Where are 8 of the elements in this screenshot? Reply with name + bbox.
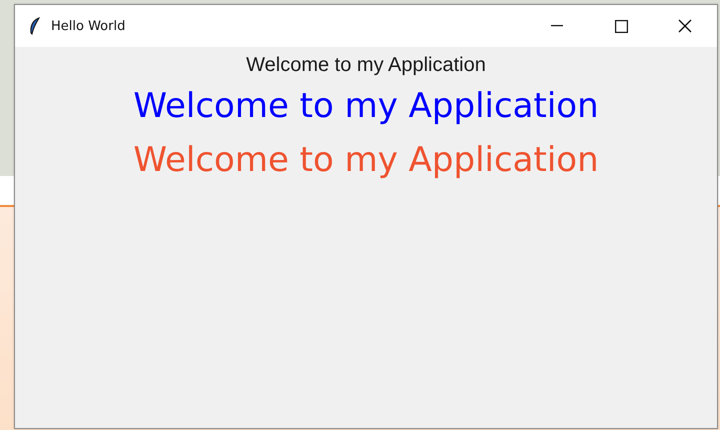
welcome-label: Welcome to my Application [246, 53, 486, 78]
welcome-label: Welcome to my Application [133, 139, 599, 182]
welcome-label: Welcome to my Application [133, 85, 599, 128]
window-title: Hello World [51, 18, 126, 34]
maximize-icon [614, 20, 628, 32]
minimize-icon [551, 25, 563, 27]
close-icon [678, 19, 692, 33]
feather-icon [29, 17, 41, 35]
